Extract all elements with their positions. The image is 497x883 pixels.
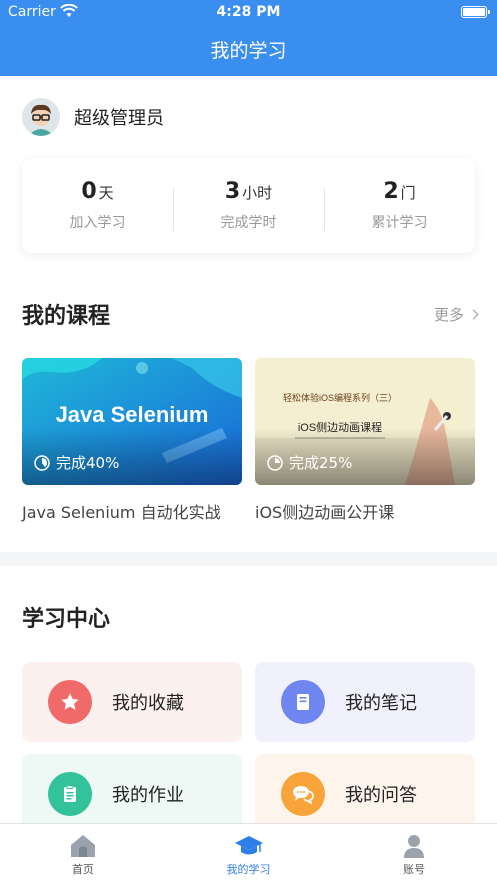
- username: 超级管理员: [74, 108, 164, 129]
- course-thumbnail[interactable]: 轻松体验iOS编程系列（三） iOS侧边动画课程 完成25%: [255, 358, 475, 485]
- center-section-title: 学习中心: [22, 607, 111, 632]
- stat-days-label: 加入学习: [69, 215, 126, 231]
- course-thumb-text: Java Selenium: [56, 402, 209, 427]
- course-progress-label: 完成25%: [289, 454, 353, 472]
- qa-tile[interactable]: 我的问答: [255, 754, 475, 834]
- stat-days-value: 0: [81, 179, 97, 204]
- notes-tile[interactable]: 我的笔记: [255, 662, 475, 742]
- tab-home-label: 首页: [71, 863, 94, 876]
- stat-hours-label: 完成学时: [220, 215, 277, 231]
- status-bar: Carrier 4:28 PM: [0, 0, 497, 26]
- qa-label: 我的问答: [345, 785, 417, 806]
- course-progress: 完成40%: [34, 452, 119, 473]
- course-progress-label: 完成40%: [56, 454, 120, 472]
- tab-home[interactable]: 首页: [0, 824, 166, 883]
- course-thumb-text: iOS侧边动画课程: [298, 421, 382, 434]
- favorites-label: 我的收藏: [112, 693, 184, 714]
- progress-pie-icon: [267, 454, 283, 471]
- course-thumb-subtitle: 轻松体验iOS编程系列（三）: [283, 392, 397, 403]
- graduation-cap-icon: [234, 836, 263, 855]
- stat-hours-value: 3: [224, 179, 241, 204]
- notebook-icon: [281, 680, 325, 724]
- tab-my-learning-label: 我的学习: [226, 863, 271, 876]
- stats-card: 0天 加入学习 3 小时 完成学时 2门 累计学习: [22, 158, 475, 253]
- tab-account[interactable]: 账号: [331, 824, 497, 883]
- course-name: iOS侧边动画公开课: [255, 503, 395, 522]
- stat-days: 0天 加入学习: [22, 179, 173, 232]
- course-progress: 完成25%: [267, 452, 352, 473]
- course-card-ios[interactable]: 轻松体验iOS编程系列（三） iOS侧边动画课程 完成25% iOS侧边动画公开…: [255, 358, 475, 523]
- tab-bar: 首页 我的学习 账号: [0, 823, 497, 883]
- user-icon: [404, 835, 425, 858]
- homework-tile[interactable]: 我的作业: [22, 754, 242, 834]
- avatar[interactable]: [22, 98, 60, 136]
- stat-courses-unit: 门: [400, 184, 416, 202]
- chat-bubbles-icon: [281, 772, 325, 816]
- stat-hours: 3 小时 完成学时: [173, 179, 324, 232]
- status-time: 4:28 PM: [216, 4, 281, 20]
- nav-header: Carrier 4:28 PM 我的学习: [0, 0, 497, 76]
- course-name: Java Selenium 自动化实战: [22, 503, 221, 522]
- chevron-right-icon: [468, 309, 479, 320]
- favorites-tile[interactable]: 我的收藏: [22, 662, 242, 742]
- home-icon: [70, 835, 95, 857]
- more-label: 更多: [433, 306, 464, 324]
- stat-courses-label: 累计学习: [371, 215, 428, 231]
- notes-label: 我的笔记: [345, 693, 417, 714]
- page-title: 我的学习: [210, 40, 287, 62]
- profile-row[interactable]: 超级管理员: [22, 97, 164, 137]
- homework-label: 我的作业: [112, 785, 184, 806]
- course-card-java[interactable]: Java Selenium 完成40% Java Selenium 自动化实战: [22, 358, 242, 523]
- avatar-illustration-icon: [22, 98, 60, 136]
- courses-section-title: 我的课程: [22, 304, 111, 329]
- more-courses-link[interactable]: 更多: [433, 304, 479, 325]
- battery-icon: [461, 6, 490, 18]
- tab-account-label: 账号: [403, 863, 426, 876]
- section-divider: [0, 552, 497, 566]
- stat-days-unit: 天: [98, 184, 114, 202]
- clipboard-icon: [48, 772, 92, 816]
- stat-courses-value: 2: [383, 179, 399, 204]
- stat-hours-unit: 小时: [242, 184, 273, 202]
- stat-courses: 2门 累计学习: [324, 179, 475, 232]
- progress-pie-icon: [34, 454, 50, 471]
- course-thumbnail[interactable]: Java Selenium 完成40%: [22, 358, 242, 485]
- star-icon: [48, 680, 92, 724]
- tab-my-learning[interactable]: 我的学习: [166, 824, 332, 883]
